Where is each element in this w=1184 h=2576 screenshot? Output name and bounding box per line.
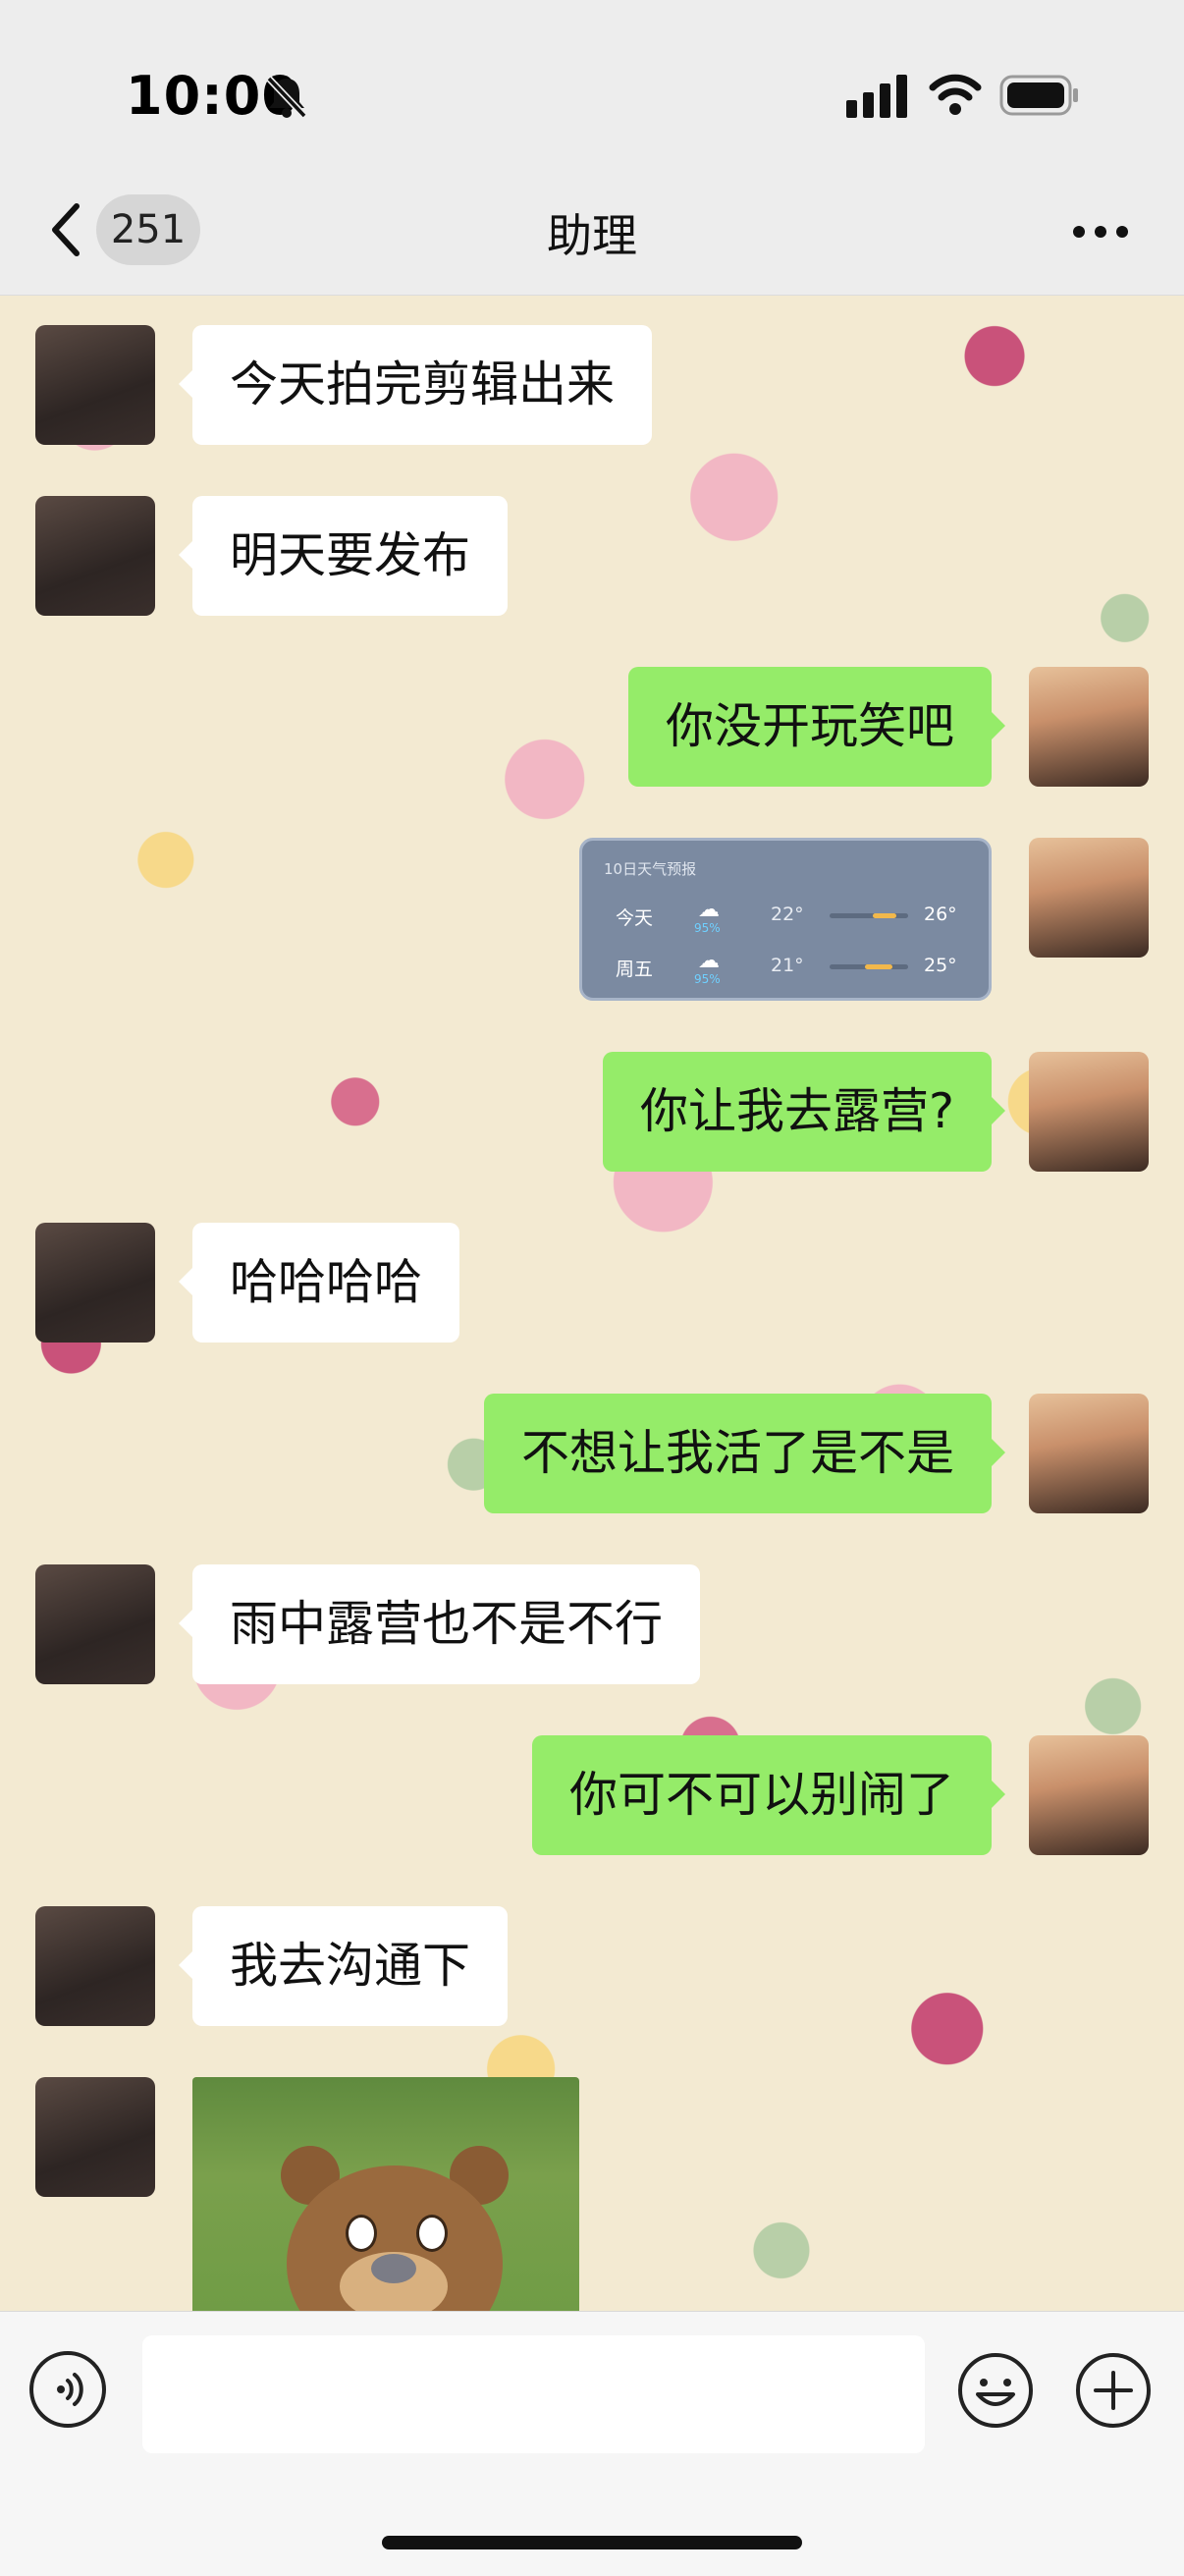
weather-high: 25°: [924, 955, 957, 976]
nav-bar: 251 助理: [0, 177, 1184, 296]
avatar[interactable]: [35, 2077, 155, 2197]
message-bubble[interactable]: 我去沟通下: [178, 1906, 509, 2026]
temperature-bar: [830, 964, 908, 969]
message-bubble[interactable]: 你可不可以别闹了: [531, 1735, 1006, 1855]
signal-icon: [846, 75, 907, 118]
rain-cloud-icon: ☁: [698, 898, 720, 922]
weather-low: 22°: [771, 904, 804, 925]
more-dots-icon[interactable]: [1073, 226, 1128, 238]
bell-muted-icon: [266, 76, 307, 119]
wifi-icon: [929, 74, 982, 115]
avatar[interactable]: [35, 1223, 155, 1343]
status-bar: 10:00: [0, 0, 1184, 177]
add-icon[interactable]: [1074, 2351, 1153, 2430]
weather-low: 21°: [771, 955, 804, 976]
message-bubble[interactable]: 哈哈哈哈: [178, 1223, 460, 1343]
chat-title: 助理: [547, 209, 637, 262]
avatar[interactable]: [1029, 1052, 1149, 1172]
weather-row: 今天 ☁ 95% 22° 26°: [582, 892, 989, 941]
weather-day: 周五: [616, 959, 654, 980]
battery-icon: [999, 75, 1078, 116]
message-bubble[interactable]: 你让我去露营?: [602, 1052, 1006, 1172]
avatar[interactable]: [35, 325, 155, 445]
voice-icon[interactable]: [29, 2351, 106, 2428]
bear-sticker[interactable]: [192, 2077, 579, 2311]
rain-cloud-icon: ☁: [698, 949, 720, 973]
message-bubble[interactable]: 今天拍完剪辑出来: [178, 325, 653, 445]
avatar[interactable]: [35, 1564, 155, 1684]
weather-day: 今天: [616, 907, 654, 929]
weather-title: 10日天气预报: [604, 860, 697, 878]
avatar[interactable]: [1029, 667, 1149, 787]
message-input[interactable]: [142, 2335, 925, 2453]
message-bubble[interactable]: 明天要发布: [178, 496, 509, 616]
avatar[interactable]: [1029, 1735, 1149, 1855]
avatar[interactable]: [35, 1906, 155, 2026]
weather-precip: 95%: [694, 972, 721, 986]
weather-row: 周五 ☁ 95% 21° 25°: [582, 943, 989, 992]
home-indicator[interactable]: [382, 2536, 802, 2549]
temperature-bar: [830, 913, 908, 918]
weather-screenshot[interactable]: 10日天气预报 今天 ☁ 95% 22° 26° 周五 ☁ 95% 21° 25…: [579, 838, 992, 1001]
message-bubble[interactable]: 你没开玩笑吧: [627, 667, 1006, 787]
weather-precip: 95%: [694, 921, 721, 935]
avatar[interactable]: [1029, 1394, 1149, 1513]
message-bubble[interactable]: 不想让我活了是不是: [483, 1394, 1006, 1513]
avatar[interactable]: [35, 496, 155, 616]
weather-high: 26°: [924, 904, 957, 925]
emoji-icon[interactable]: [956, 2351, 1035, 2430]
avatar[interactable]: [1029, 838, 1149, 958]
chat-area[interactable]: 今天拍完剪辑出来 明天要发布 你没开玩笑吧 10日天气预报 今天 ☁ 95% 2…: [0, 296, 1184, 2311]
message-bubble[interactable]: 雨中露营也不是不行: [178, 1564, 701, 1684]
